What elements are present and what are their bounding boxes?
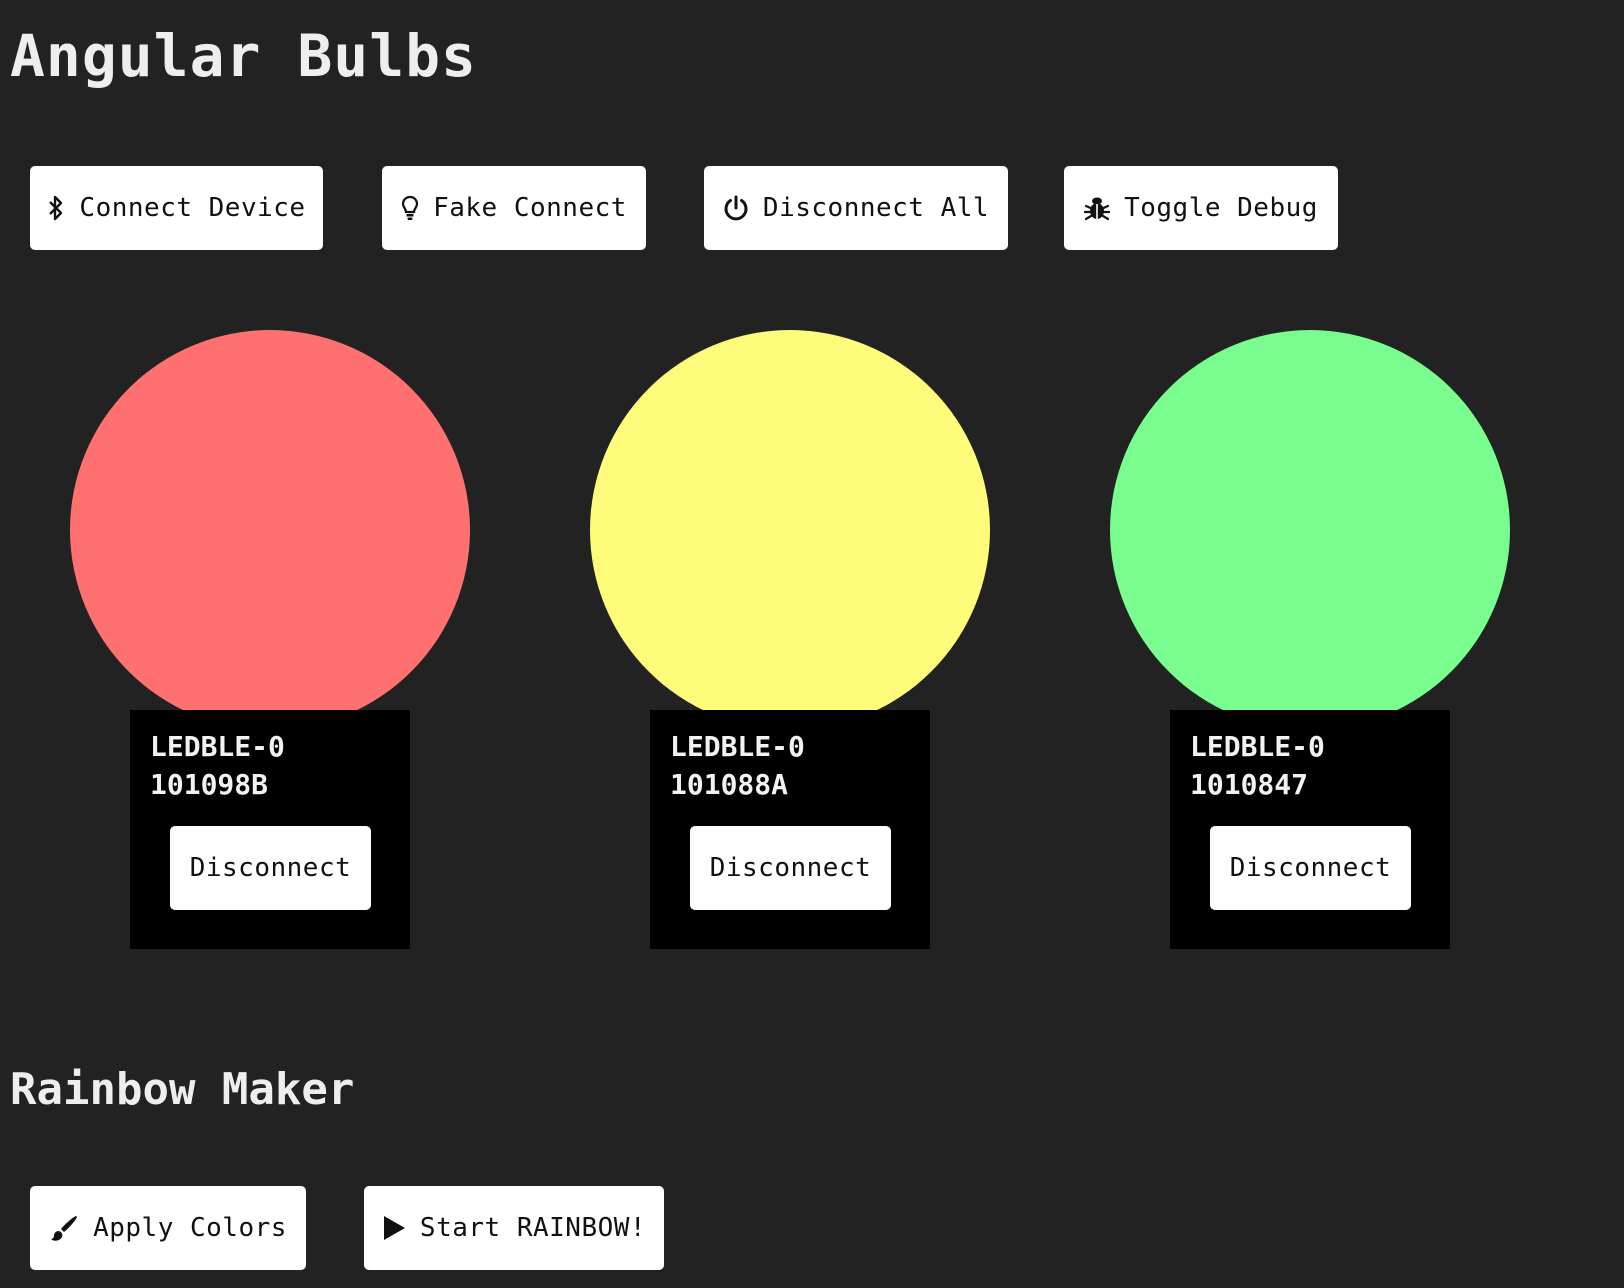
apply-colors-button[interactable]: Apply Colors <box>30 1186 306 1270</box>
start-rainbow-label: Start RAINBOW! <box>419 1213 647 1243</box>
fake-connect-label: Fake Connect <box>433 193 627 223</box>
bulb-name: LEDBLE-01010847 <box>1190 730 1325 801</box>
bulb-name: LEDBLE-0101098B <box>150 730 285 801</box>
lightbulb-icon <box>401 194 419 222</box>
disconnect-button[interactable]: Disconnect <box>690 826 891 910</box>
bulb-card: LEDBLE-0101088A Disconnect <box>650 710 930 949</box>
connect-device-label: Connect Device <box>79 193 306 223</box>
bug-icon <box>1084 194 1111 222</box>
power-icon <box>723 194 749 222</box>
bulb-light <box>590 330 990 730</box>
bulb-card: LEDBLE-0101098B Disconnect <box>130 710 410 949</box>
page-title: Angular Bulbs <box>10 22 477 90</box>
start-rainbow-button[interactable]: Start RAINBOW! <box>364 1186 664 1270</box>
bulb-light <box>1110 330 1510 730</box>
bulb-name: LEDBLE-0101088A <box>670 730 805 801</box>
connect-device-button[interactable]: Connect Device <box>30 166 323 250</box>
toggle-debug-label: Toggle Debug <box>1124 193 1318 223</box>
bulb-card: LEDBLE-01010847 Disconnect <box>1170 710 1450 949</box>
disconnect-button[interactable]: Disconnect <box>170 826 371 910</box>
page: Angular Bulbs Connect Device Fake Connec… <box>0 0 1624 1288</box>
toggle-debug-button[interactable]: Toggle Debug <box>1064 166 1338 250</box>
bluetooth-icon <box>47 194 65 222</box>
disconnect-button[interactable]: Disconnect <box>1210 826 1411 910</box>
disconnect-all-label: Disconnect All <box>762 193 990 223</box>
disconnect-all-button[interactable]: Disconnect All <box>704 166 1008 250</box>
paintbrush-icon <box>49 1214 79 1242</box>
play-icon <box>382 1215 406 1241</box>
rainbow-section-title: Rainbow Maker <box>10 1064 355 1115</box>
apply-colors-label: Apply Colors <box>93 1213 287 1243</box>
bulb-light <box>70 330 470 730</box>
fake-connect-button[interactable]: Fake Connect <box>382 166 646 250</box>
